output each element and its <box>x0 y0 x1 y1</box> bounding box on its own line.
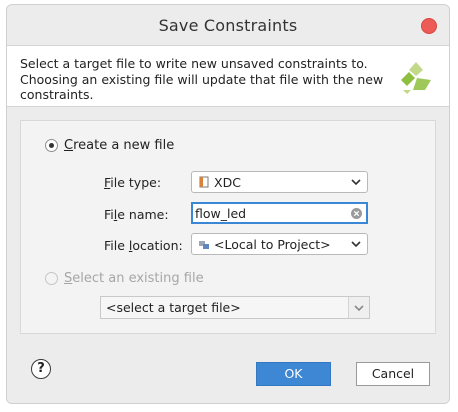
select-existing-file-radio[interactable] <box>45 272 58 285</box>
help-icon[interactable]: ? <box>31 359 51 379</box>
folder-location-icon <box>199 241 209 249</box>
chevron-down-icon <box>351 179 361 186</box>
description-banner: Select a target file to write new unsave… <box>7 45 449 107</box>
clear-icon[interactable] <box>351 208 362 219</box>
description-text: Select a target file to write new unsave… <box>20 56 390 103</box>
target-file-dropdown-button[interactable] <box>348 297 369 318</box>
ok-button[interactable]: OK <box>256 362 331 386</box>
dialog-title: Save Constraints <box>158 16 298 35</box>
description-line-1: Select a target file to write new unsave… <box>20 56 368 71</box>
chevron-down-icon <box>354 305 364 312</box>
file-name-input[interactable]: flow_led <box>191 202 368 224</box>
xdc-file-icon <box>199 176 209 188</box>
chevron-down-icon <box>351 241 361 248</box>
file-location-value: <Local to Project> <box>214 237 331 252</box>
file-type-value: XDC <box>214 175 241 190</box>
select-existing-file-option[interactable]: Select an existing file <box>45 271 204 286</box>
create-new-file-radio[interactable] <box>45 139 58 152</box>
file-type-select[interactable]: XDC <box>191 171 368 193</box>
save-constraints-dialog: Save Constraints Select a target file to… <box>6 4 450 404</box>
file-name-label: File name: <box>104 207 169 222</box>
description-line-3: constraints. <box>20 87 94 102</box>
create-new-file-option[interactable]: Create a new file <box>45 138 174 153</box>
file-location-select[interactable]: <Local to Project> <box>191 233 368 255</box>
create-new-file-label: Create a new file <box>64 138 175 153</box>
file-type-label: File type: <box>104 175 162 190</box>
description-line-2: Choosing an existing file will update th… <box>20 71 384 87</box>
file-name-value: flow_led <box>195 206 247 221</box>
cancel-button[interactable]: Cancel <box>356 362 430 386</box>
title-bar: Save Constraints <box>7 5 449 45</box>
vivado-logo-icon <box>401 62 431 94</box>
close-icon[interactable] <box>421 18 437 34</box>
select-existing-file-label: Select an existing file <box>64 271 204 286</box>
file-location-label: File location: <box>104 238 183 253</box>
target-file-value: <select a target file> <box>106 300 241 315</box>
target-file-select[interactable]: <select a target file> <box>100 296 370 319</box>
